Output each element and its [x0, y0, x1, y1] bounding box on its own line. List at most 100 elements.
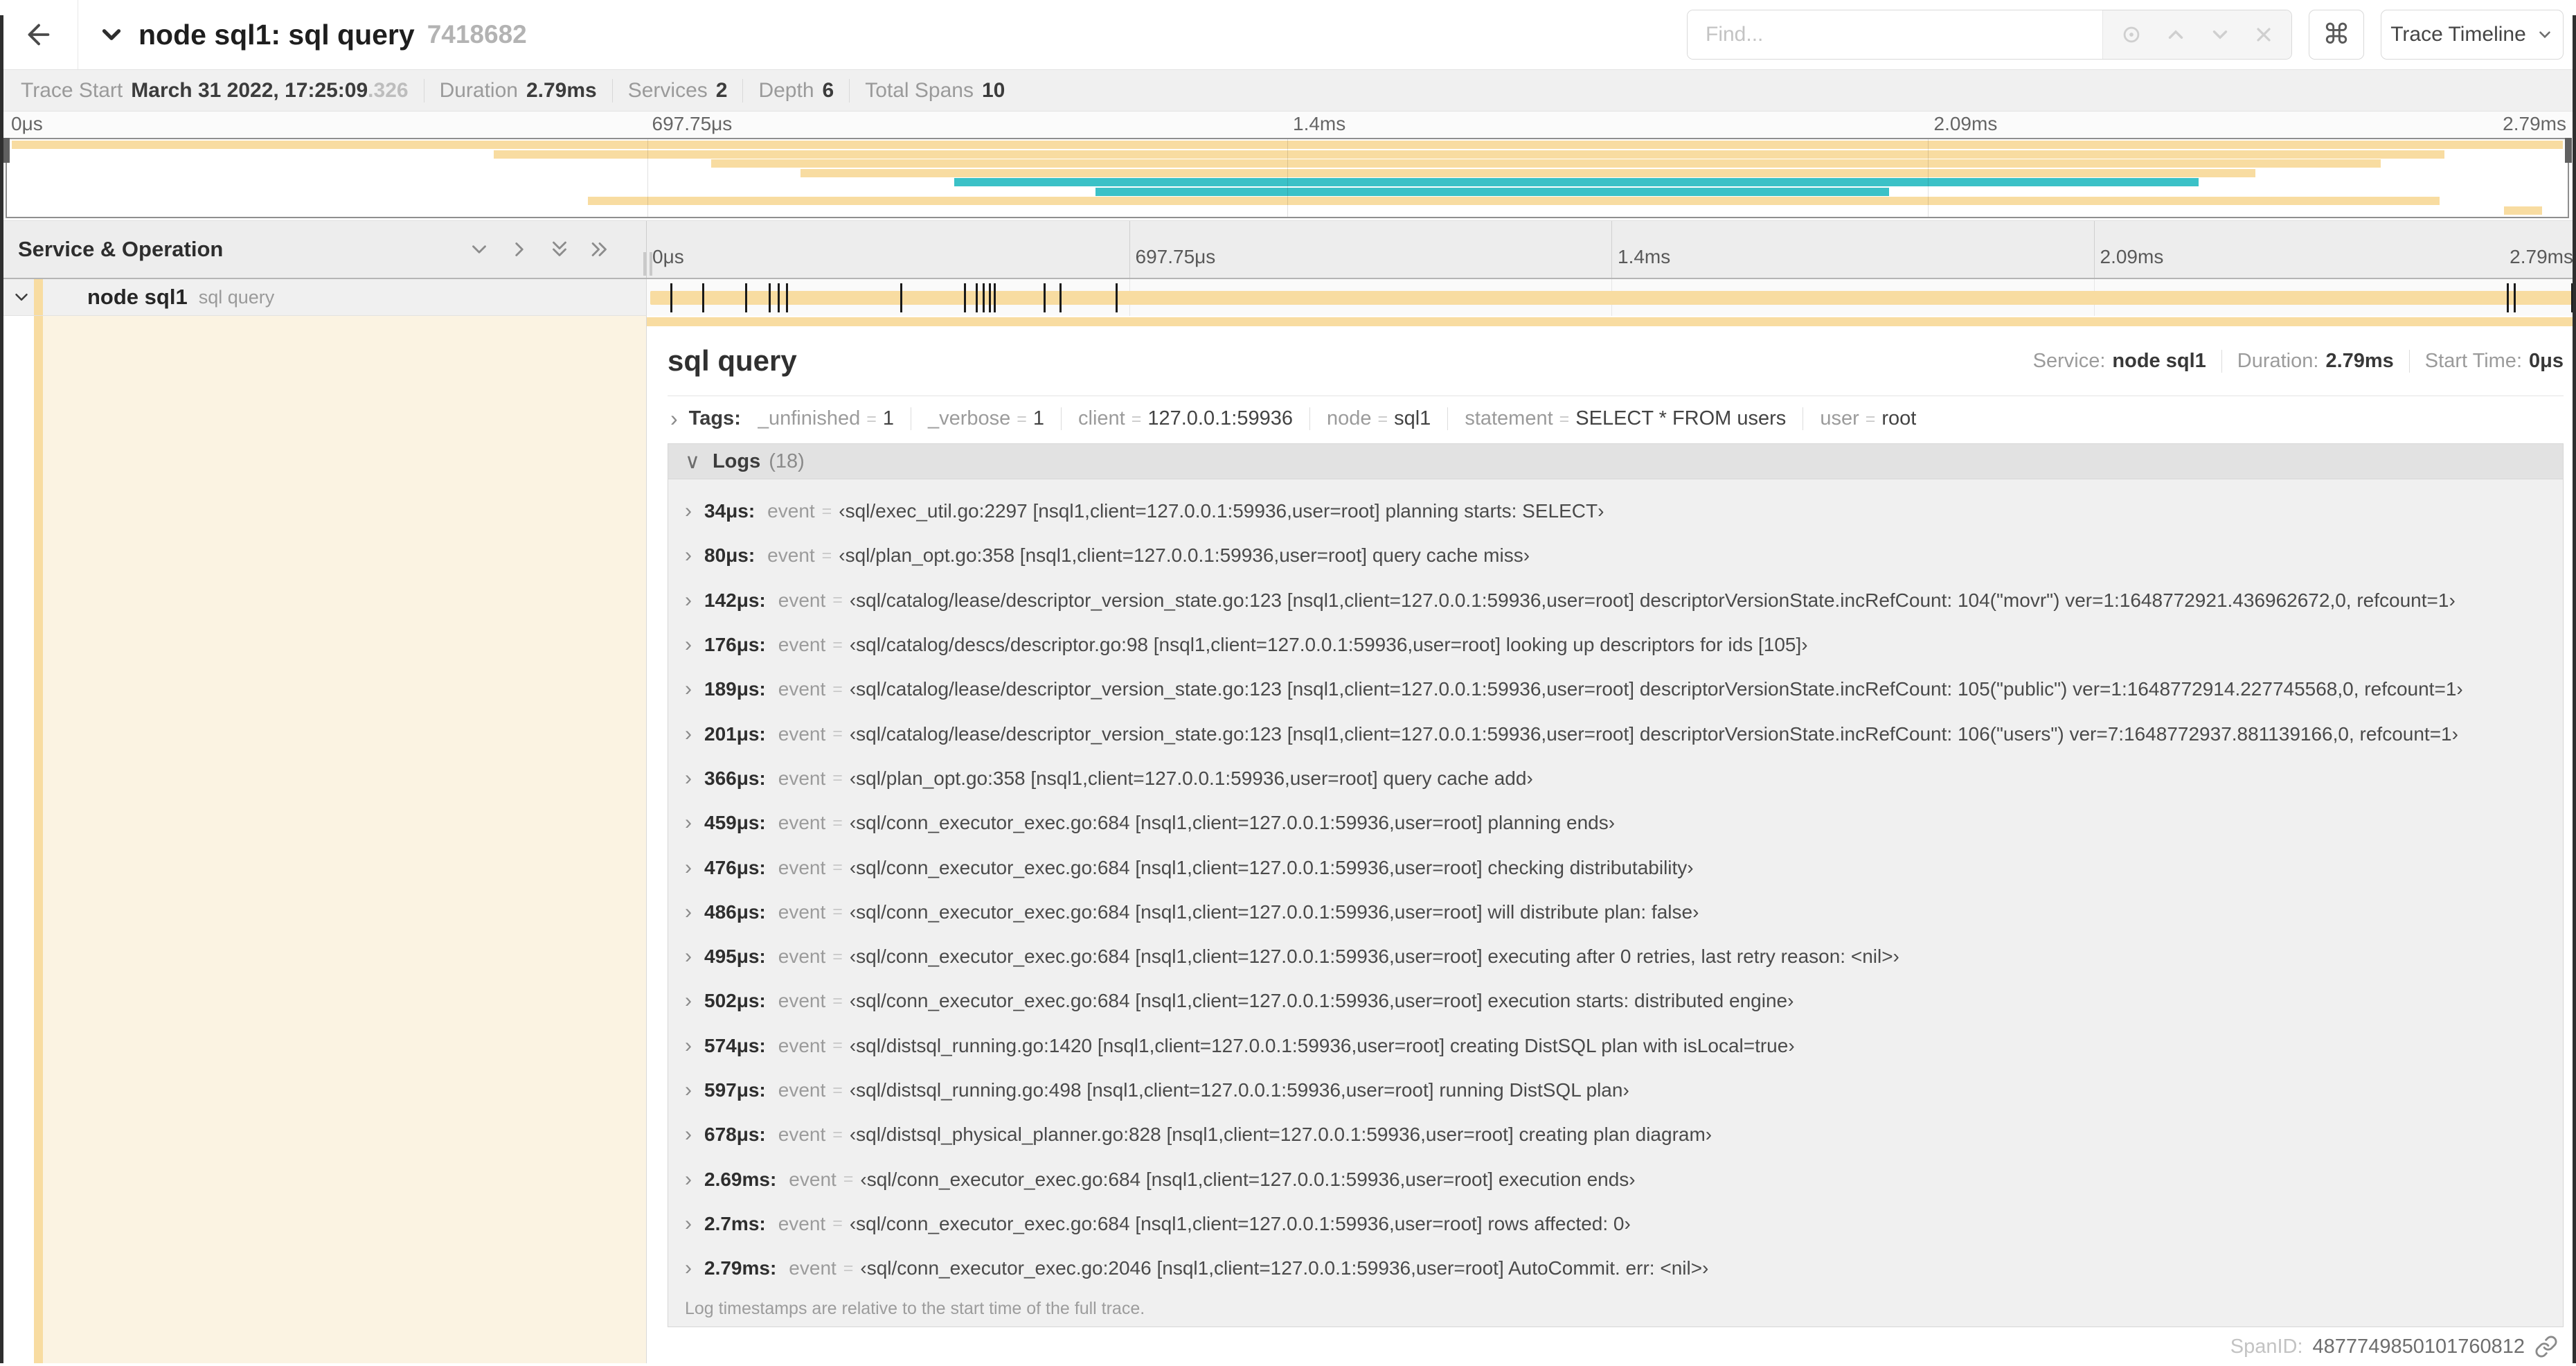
chevron-up-icon[interactable]	[2164, 23, 2188, 46]
meta-label: Depth	[758, 78, 814, 102]
log-field-value: ‹sql/exec_util.go:2297 [nsql1,client=127…	[839, 500, 1604, 522]
log-marker	[2514, 283, 2516, 312]
logs-toggle-row[interactable]: ∨ Logs (18)	[668, 444, 2563, 479]
log-marker	[1059, 283, 1062, 312]
log-row[interactable]: › 486μs: event = ‹sql/conn_executor_exec.go:…	[668, 890, 2563, 934]
tag-item: statement = SELECT * FROM users	[1447, 407, 1786, 430]
log-row[interactable]: › 366μs: event = ‹sql/plan_opt.go:358 [nsql1…	[668, 756, 2563, 801]
tags-toggle-row[interactable]: › Tags: _unfinished = 1 _verbose = 1 client = 12…	[668, 396, 2564, 441]
chevron-down-icon[interactable]	[2208, 23, 2232, 46]
chevron-right-icon: ›	[685, 1123, 692, 1146]
target-icon[interactable]	[2120, 23, 2143, 46]
chevron-right-icon: ›	[685, 766, 692, 790]
log-timestamp: 502μs:	[704, 990, 766, 1012]
log-row[interactable]: › 574μs: event = ‹sql/distsql_running.go:142…	[668, 1024, 2563, 1068]
expand-all-icon[interactable]	[588, 238, 611, 261]
log-row[interactable]: › 34μs: event = ‹sql/exec_util.go:2297 [nsql…	[668, 489, 2563, 533]
right-scrollbar[interactable]	[2573, 15, 2576, 1363]
log-field-value: ‹sql/conn_executor_exec.go:684 [nsql1,cl…	[849, 1212, 1631, 1234]
chevron-right-icon: ›	[685, 855, 692, 879]
minimap-canvas[interactable]	[3, 138, 2572, 218]
log-field-key: event	[778, 946, 826, 968]
log-timestamp: 2.7ms:	[704, 1212, 766, 1234]
log-row[interactable]: › 502μs: event = ‹sql/conn_executor_exec.go:…	[668, 979, 2563, 1023]
log-row[interactable]: › 459μs: event = ‹sql/conn_executor_exec.go:…	[668, 801, 2563, 845]
span-operation-name: sql query	[198, 286, 275, 308]
log-row[interactable]: › 678μs: event = ‹sql/distsql_physical_plann…	[668, 1112, 2563, 1157]
log-field-value: ‹sql/distsql_running.go:498 [nsql1,clien…	[849, 1079, 1629, 1101]
find-input[interactable]	[1688, 10, 2102, 59]
equals-sign: =	[832, 724, 843, 744]
axis-tick: 2.09ms	[2093, 221, 2163, 278]
log-timestamp: 2.69ms:	[704, 1168, 777, 1190]
log-timestamp: 366μs:	[704, 767, 766, 789]
log-marker	[994, 283, 996, 312]
log-row[interactable]: › 201μs: event = ‹sql/catalog/lease/descript…	[668, 711, 2563, 756]
tag-key: _verbose	[927, 407, 1011, 429]
back-button[interactable]	[0, 0, 78, 69]
log-row[interactable]: › 2.69ms: event = ‹sql/conn_executor_exec.go…	[668, 1157, 2563, 1201]
log-row[interactable]: › 189μs: event = ‹sql/catalog/lease/descript…	[668, 667, 2563, 711]
minimap-gridline	[1927, 139, 1929, 217]
command-key-icon: ⌘	[2323, 19, 2350, 50]
chevron-right-icon: ›	[685, 945, 692, 968]
equals-sign: =	[832, 679, 843, 699]
span-bar[interactable]	[650, 291, 2572, 305]
log-marker	[989, 283, 992, 312]
equals-sign: =	[832, 813, 843, 833]
log-row[interactable]: › 476μs: event = ‹sql/conn_executor_exec.go:…	[668, 845, 2563, 889]
log-field-value: ‹sql/conn_executor_exec.go:684 [nsql1,cl…	[849, 990, 1794, 1012]
log-field-value: ‹sql/conn_executor_exec.go:684 [nsql1,cl…	[849, 901, 1699, 923]
log-marker	[964, 283, 967, 312]
log-field-key: event	[767, 544, 815, 567]
expand-one-icon[interactable]	[508, 238, 531, 261]
axis-tick-label: 0μs	[11, 113, 43, 134]
trace-collapse-toggle[interactable]	[97, 20, 126, 49]
minimap-right-scrubber[interactable]	[2565, 138, 2572, 163]
log-row[interactable]: › 597μs: event = ‹sql/distsql_running.go:498…	[668, 1068, 2563, 1112]
meta-value: 2	[715, 78, 728, 102]
log-timestamp: 678μs:	[704, 1124, 766, 1146]
equals-sign: =	[832, 902, 843, 922]
collapse-all-icon[interactable]	[548, 238, 571, 261]
log-marker	[777, 283, 780, 312]
equals-sign: =	[832, 635, 843, 655]
equals-sign: =	[832, 946, 843, 966]
log-row[interactable]: › 80μs: event = ‹sql/plan_opt.go:358 [nsql1,…	[668, 533, 2563, 578]
axis-tick-label: 697.75μs	[652, 113, 733, 134]
log-row[interactable]: › 2.7ms: event = ‹sql/conn_executor_exec.go:…	[668, 1202, 2563, 1246]
log-row[interactable]: › 495μs: event = ‹sql/conn_executor_exec.go:…	[668, 934, 2563, 979]
page-title: node sql1: sql query	[138, 18, 415, 51]
log-row[interactable]: › 142μs: event = ‹sql/catalog/lease/descript…	[668, 578, 2563, 623]
collapse-one-icon[interactable]	[467, 238, 491, 261]
trace-view-select[interactable]: Trace Timeline	[2381, 10, 2564, 60]
timeline-header-left: Service & Operation	[0, 221, 652, 278]
detail-span-bar[interactable]	[647, 317, 2576, 326]
link-icon[interactable]	[2534, 1335, 2558, 1358]
equals-sign: =	[832, 991, 843, 1011]
trace-id: 7418682	[427, 20, 527, 48]
close-icon[interactable]	[2253, 24, 2275, 46]
log-field-key: event	[789, 1168, 837, 1190]
chevron-right-icon: ›	[685, 677, 692, 701]
span-name-cell[interactable]: node sql1 sql query	[0, 279, 647, 316]
keyboard-shortcuts-button[interactable]: ⌘	[2309, 10, 2364, 60]
log-marker	[670, 283, 672, 312]
log-row[interactable]: › 176μs: event = ‹sql/catalog/descs/descript…	[668, 623, 2563, 667]
axis-tick-label: 0μs	[652, 246, 684, 267]
tag-item: client = 127.0.0.1:59936	[1061, 407, 1293, 430]
chevron-right-icon: ›	[685, 1257, 692, 1280]
column-splitter-handle[interactable]	[643, 252, 656, 276]
log-field-key: event	[789, 1257, 837, 1279]
detail-operation-title: sql query	[668, 344, 797, 377]
equals-sign: =	[832, 768, 843, 788]
log-timestamp: 486μs:	[704, 901, 766, 923]
trace-meta-item: Trace Start March 31 2022, 17:25:09.326	[21, 79, 409, 103]
log-timestamp: 34μs:	[704, 500, 755, 522]
minimap-left-scrubber[interactable]	[3, 138, 10, 163]
chevron-right-icon: ›	[685, 1079, 692, 1101]
log-row[interactable]: › 2.79ms: event = ‹sql/conn_executor_exec.go…	[668, 1246, 2563, 1290]
log-field-value: ‹sql/conn_executor_exec.go:2046 [nsql1,c…	[860, 1257, 1709, 1279]
log-field-value: ‹sql/distsql_running.go:1420 [nsql1,clie…	[849, 1034, 1795, 1056]
chevron-down-icon	[97, 20, 126, 49]
